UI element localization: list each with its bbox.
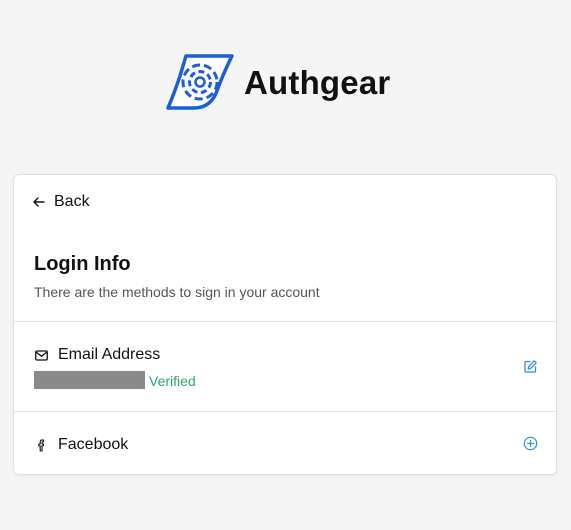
back-label: Back — [54, 193, 90, 210]
edit-icon — [524, 360, 537, 373]
verified-badge: Verified — [149, 373, 196, 389]
divider — [14, 321, 556, 322]
page-title: Login Info — [34, 253, 131, 275]
mail-icon — [35, 349, 48, 361]
connect-facebook-button[interactable] — [523, 436, 538, 451]
facebook-icon — [38, 438, 45, 452]
page: Authgear Back Login Info There are the m… — [0, 0, 571, 530]
masked-email-value — [34, 371, 145, 389]
add-circle-icon — [523, 436, 538, 451]
email-label: Email Address — [58, 346, 161, 363]
email-method-label: Email Address — [35, 346, 160, 364]
arrow-left-icon — [33, 197, 45, 207]
facebook-label: Facebook — [58, 436, 129, 453]
divider — [14, 411, 556, 412]
brand-logo: Authgear — [166, 54, 390, 110]
page-subtitle: There are the methods to sign in your ac… — [34, 284, 320, 300]
authgear-logo-icon — [166, 54, 234, 110]
back-button[interactable]: Back — [32, 193, 90, 211]
edit-email-button[interactable] — [523, 359, 538, 374]
facebook-method-label: Facebook — [35, 436, 128, 454]
login-info-card: Back Login Info There are the methods to… — [13, 174, 557, 475]
brand-name: Authgear — [244, 63, 391, 101]
